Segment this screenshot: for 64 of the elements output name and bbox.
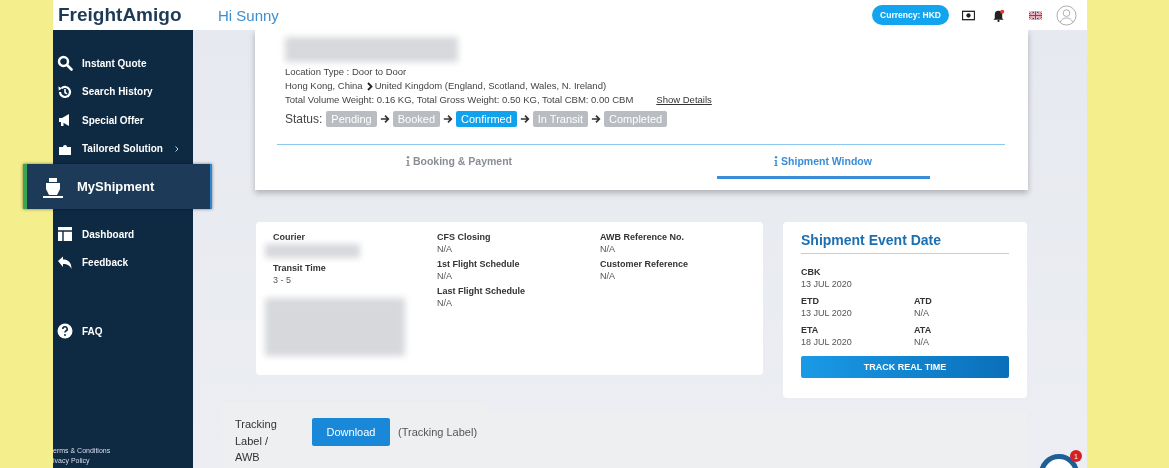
status-chip: In Transit <box>532 111 589 127</box>
field-value: N/A <box>914 308 930 318</box>
field-value: N/A <box>600 244 616 254</box>
field-label: Transit Time <box>273 263 327 273</box>
arrow-icon <box>443 114 454 124</box>
history-icon <box>57 83 73 100</box>
download-button[interactable]: Download <box>312 418 390 446</box>
sidebar-item[interactable]: FAQ <box>53 317 193 346</box>
dashboard-grid-icon <box>57 226 73 243</box>
arrow-icon <box>591 114 602 124</box>
destination: United Kingdom (England, Scotland, Wales, N. Ireland) <box>374 79 607 93</box>
status-chip: Confirmed <box>456 111 517 127</box>
field-label: Courier <box>273 232 306 242</box>
status-label: Status: <box>285 112 323 126</box>
field-label: ETD <box>801 296 820 306</box>
sidebar-item[interactable]: Search History <box>53 77 193 106</box>
field-label: ATA <box>914 325 933 335</box>
sidebar-item[interactable]: Special Offer <box>53 106 193 135</box>
tab[interactable]: Shipment Window <box>716 145 930 179</box>
field-value: N/A <box>600 271 616 281</box>
field-label: AWB Reference No. <box>600 232 686 242</box>
sidebar-item[interactable]: Tailored Solution <box>53 134 193 163</box>
sidebar-item[interactable]: Instant Quote <box>53 49 193 78</box>
sidebar-item[interactable]: MyShipment <box>23 164 212 209</box>
field-value: 13 JUL 2020 <box>801 308 853 318</box>
card-title: Shipment Event Date <box>801 232 943 248</box>
uk-flag-icon[interactable] <box>1029 10 1042 20</box>
field-label: 1st Flight Schedule <box>437 259 521 269</box>
field-label: Customer Reference <box>600 259 690 269</box>
bell-icon[interactable] <box>992 8 1005 22</box>
field-value: 18 JUL 2020 <box>801 337 853 347</box>
origin: Hong Kong, China <box>285 79 363 93</box>
field-label: ATD <box>914 296 933 306</box>
info-icon <box>405 155 410 166</box>
field-value: N/A <box>437 298 453 308</box>
field-label: ETA <box>801 325 820 335</box>
status-chip: Booked <box>392 111 441 127</box>
document-label: Tracking Label / AWB <box>235 417 278 465</box>
help-icon <box>57 323 73 340</box>
arrow-icon <box>519 114 530 124</box>
field-label: Last Flight Schedule <box>437 286 526 296</box>
field-label: CFS Closing <box>437 232 492 242</box>
search-icon <box>57 55 73 72</box>
show-details-link[interactable]: Show Details <box>656 93 712 107</box>
location-type: Location Type : Door to Door <box>285 65 408 79</box>
arrow-icon <box>379 114 390 124</box>
money-icon[interactable] <box>962 8 975 22</box>
field-value: N/A <box>437 244 453 254</box>
document-note: (Tracking Label) <box>398 426 478 438</box>
field-value: N/A <box>914 337 930 347</box>
status-chip: Pending <box>326 111 377 127</box>
sidebar-item[interactable]: Dashboard <box>53 220 193 249</box>
greeting: Hi Sunny <box>218 6 279 24</box>
field-value: N/A <box>437 271 453 281</box>
status-chip: Completed <box>604 111 668 127</box>
field-label: CBK <box>801 267 822 277</box>
field-value: 3 - 5 <box>273 275 292 285</box>
logo[interactable]: FreightAmigo <box>53 4 193 26</box>
track-real-time-button[interactable]: TRACK REAL TIME <box>801 356 1009 378</box>
field-value: 13 JUL 2020 <box>801 279 853 289</box>
sidebar-item[interactable]: Feedback <box>53 248 193 277</box>
chevron-icon <box>366 81 373 91</box>
info-icon <box>774 155 779 166</box>
shipment-totals: Total Volume Weight: 0.16 KG, Total Gross Weight: 0.50 KG, Total CBM: 0.00 CBM <box>285 93 634 107</box>
